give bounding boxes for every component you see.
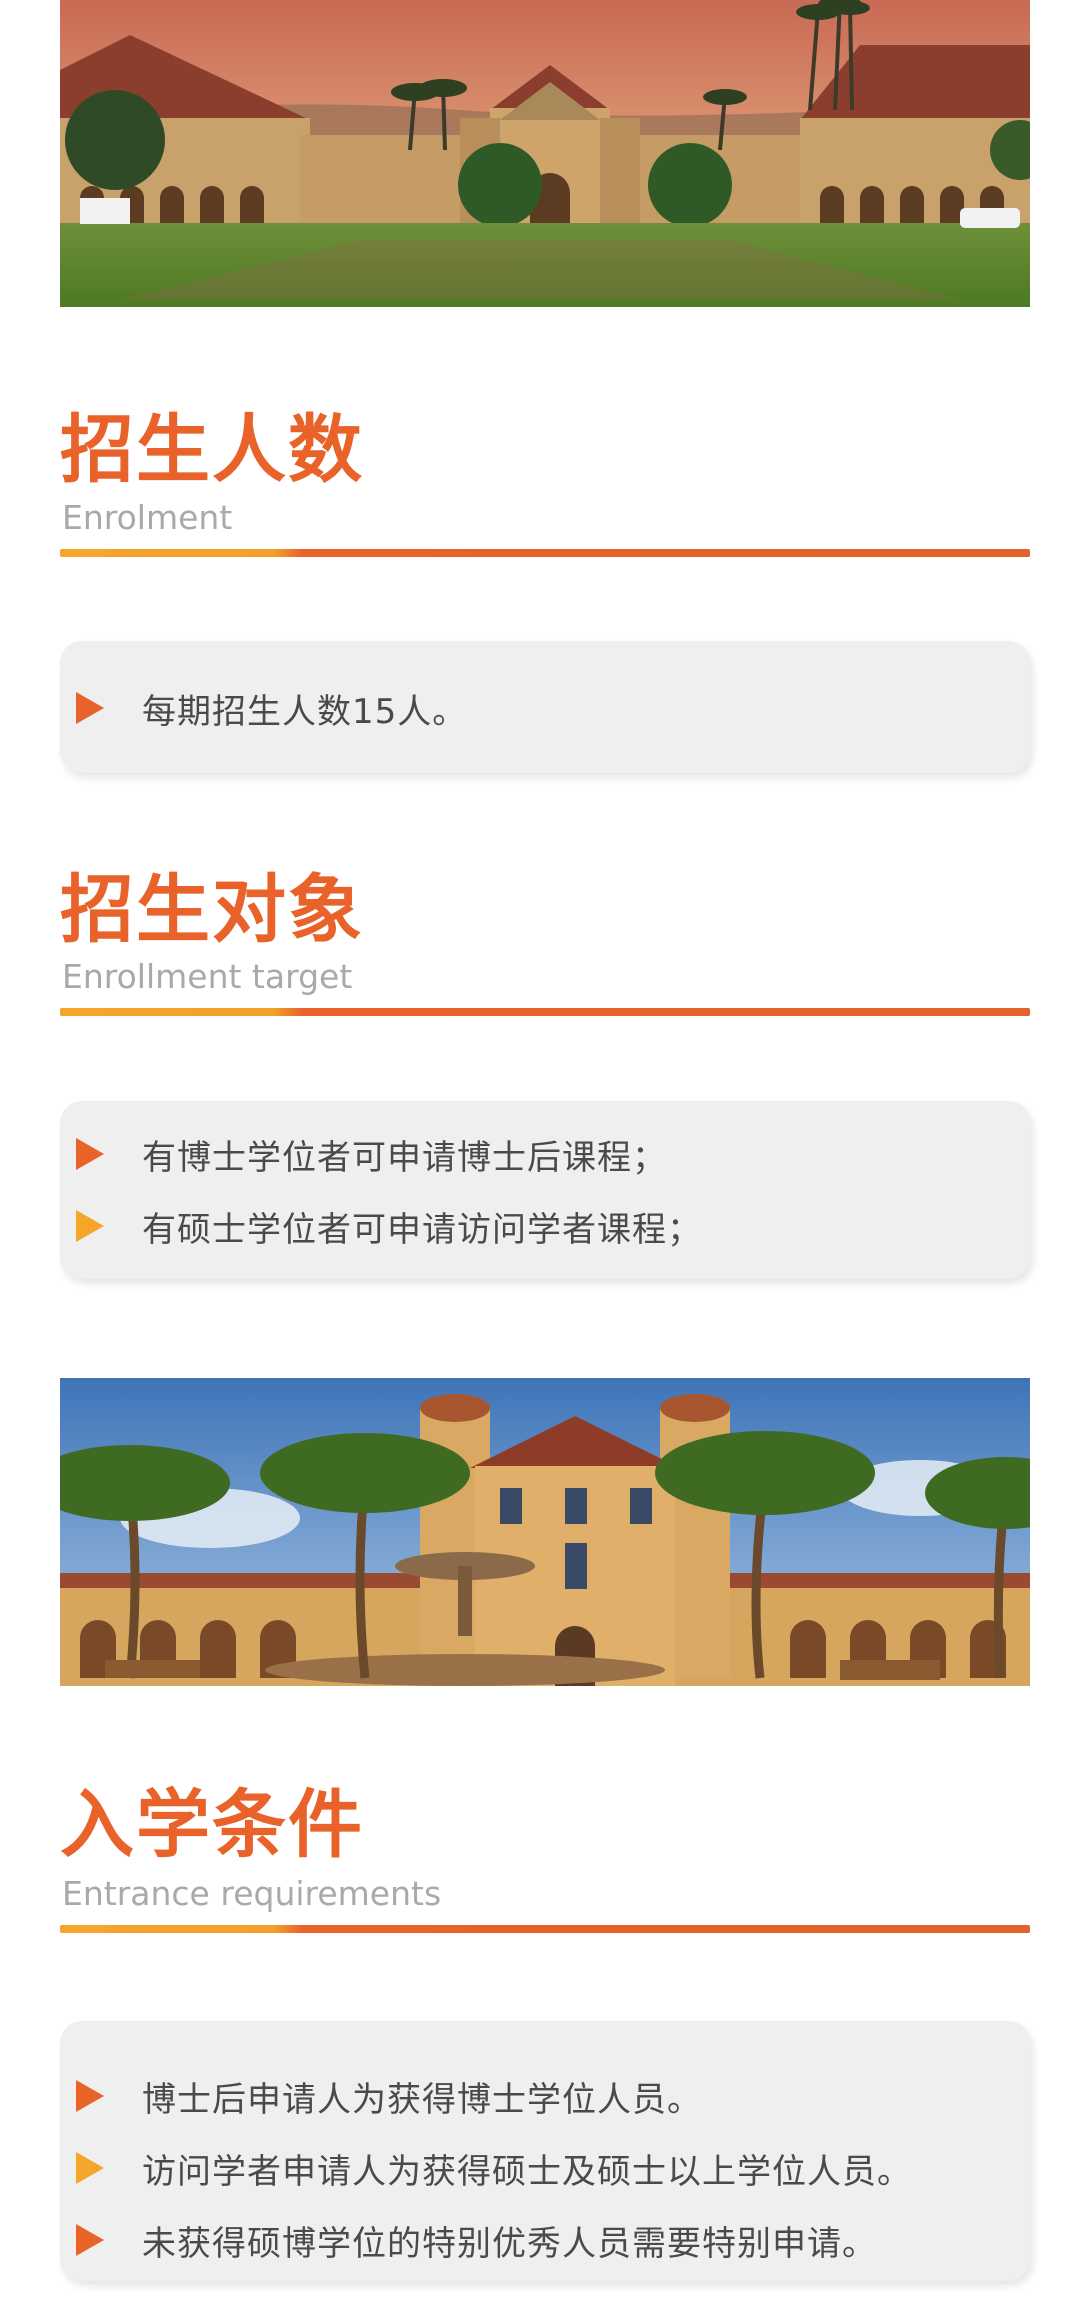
section-subtitle-requirements: Entrance requirements [62, 1874, 442, 1913]
section-subtitle-target: Enrollment target [62, 957, 353, 996]
campus-fountain-photo [60, 1378, 1030, 1686]
list-item-text: 未获得硕博学位的特别优秀人员需要特别申请。 [142, 2223, 877, 2264]
section-subtitle-enrolment: Enrolment [62, 498, 233, 537]
info-card-target: 有博士学位者可申请博士后课程； 有硕士学位者可申请访问学者课程； [60, 1101, 1030, 1279]
list-item: 有博士学位者可申请博士后课程； [76, 1129, 667, 1179]
section-title-requirements: 入学条件 [60, 1782, 364, 1868]
list-item-text: 有硕士学位者可申请访问学者课程； [142, 1209, 702, 1250]
section-divider [60, 1008, 1030, 1016]
list-item: 未获得硕博学位的特别优秀人员需要特别申请。 [76, 2215, 877, 2265]
section-divider [60, 1925, 1030, 1933]
section-divider [60, 549, 1030, 557]
list-item-text: 有博士学位者可申请博士后课程； [142, 1137, 667, 1178]
list-item: 访问学者申请人为获得硕士及硕士以上学位人员。 [76, 2143, 912, 2193]
list-item-text: 访问学者申请人为获得硕士及硕士以上学位人员。 [142, 2151, 912, 2192]
triangle-right-icon [76, 1138, 104, 1170]
info-card-requirements: 博士后申请人为获得博士学位人员。 访问学者申请人为获得硕士及硕士以上学位人员。 … [60, 2021, 1030, 2281]
triangle-right-icon [76, 1210, 104, 1242]
triangle-right-icon [76, 2224, 104, 2256]
section-title-target: 招生对象 [60, 867, 364, 953]
list-item-text: 博士后申请人为获得博士学位人员。 [142, 2079, 702, 2120]
list-item: 有硕士学位者可申请访问学者课程； [76, 1201, 702, 1251]
triangle-right-icon [76, 2152, 104, 2184]
list-item: 博士后申请人为获得博士学位人员。 [76, 2071, 702, 2121]
section-title-enrolment: 招生人数 [60, 407, 364, 493]
triangle-right-icon [76, 692, 104, 724]
info-card-enrolment: 每期招生人数15人。 [60, 641, 1030, 773]
triangle-right-icon [76, 2080, 104, 2112]
list-item: 每期招生人数15人。 [76, 683, 467, 733]
campus-quad-photo [60, 0, 1030, 307]
list-item-text: 每期招生人数15人。 [142, 691, 468, 732]
